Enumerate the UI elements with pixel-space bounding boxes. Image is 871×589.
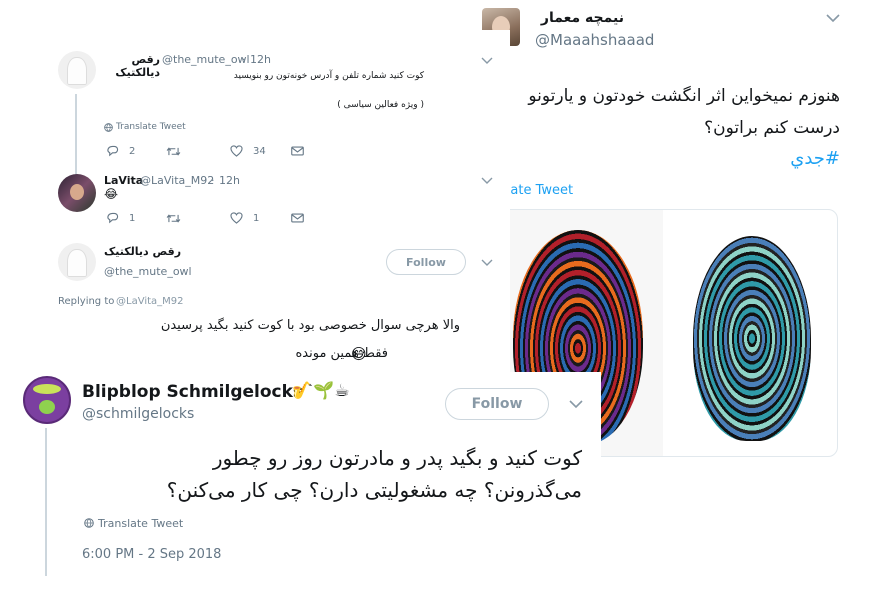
avatar[interactable] <box>58 174 96 212</box>
retweet-button[interactable] <box>166 146 181 157</box>
fingerprint-teal <box>693 236 811 441</box>
timestamp[interactable]: 12h <box>250 53 271 66</box>
tweet-timestamp[interactable]: 6:00 PM - 2 Sep 2018 <box>82 547 221 562</box>
handle[interactable]: @schmilgelocks <box>82 406 194 422</box>
handle[interactable]: @Maaahshaaad <box>535 31 654 49</box>
tweet-text-line: کوت کنید و بگید پدر و مادرتون روز رو چطو… <box>212 446 582 470</box>
message-icon[interactable] <box>291 213 304 223</box>
thread-line <box>45 428 47 576</box>
chevron-down-icon[interactable] <box>481 259 493 267</box>
like-count: 34 <box>253 145 266 157</box>
display-name[interactable]: نیمچه معمار <box>524 10 624 26</box>
chevron-down-icon[interactable] <box>481 177 493 185</box>
handle[interactable]: @the_mute_owl <box>104 265 192 278</box>
follow-button[interactable]: Follow <box>445 388 549 420</box>
handle[interactable]: @the_mute_owl <box>162 53 250 66</box>
display-name[interactable]: رقص دیالکتیک <box>104 245 184 258</box>
handle[interactable]: @LaVita_M92 <box>140 174 214 187</box>
tweet-text-line: ( ویژه فعالین سیاسی ) <box>337 100 424 110</box>
chevron-down-icon[interactable] <box>569 400 583 409</box>
main-tweet-card: Blipblop Schmilgelocks 🎷🌱☕ @schmilgelock… <box>0 372 601 589</box>
retweet-button[interactable] <box>166 213 181 224</box>
separator-dot: · <box>211 174 215 187</box>
reply-button[interactable]: 1 <box>106 212 135 224</box>
separator-dot: · <box>242 53 246 66</box>
follow-button[interactable]: Follow <box>386 249 466 275</box>
reply-count: 1 <box>129 212 136 224</box>
avatar[interactable] <box>23 376 71 424</box>
globe-icon <box>104 123 113 132</box>
translate-tweet-link[interactable]: Translate Tweet <box>98 517 183 530</box>
timestamp[interactable]: 12h <box>219 174 240 187</box>
display-name[interactable]: Blipblop Schmilgelocks <box>82 382 303 402</box>
like-count: 1 <box>253 212 260 224</box>
tweet-text-line: می‌گذرونن؟ چه مشغولیتی دارن؟ چی کار می‌ک… <box>166 478 582 502</box>
globe-icon <box>84 518 94 528</box>
translate-tweet-link[interactable]: Translate Tweet <box>116 122 186 132</box>
tweet-text-line: کوت کنید شماره تلفن و آدرس خونه‌تون رو ب… <box>233 71 424 81</box>
like-button[interactable]: 1 <box>230 212 259 224</box>
tweet-text-line: هنوزم نمیخواین اثر انگشت خودتون و یارتون… <box>528 86 840 106</box>
chevron-down-icon[interactable] <box>481 57 493 65</box>
replying-to-handle[interactable]: @LaVita_M92 <box>116 296 184 307</box>
chevron-down-icon[interactable] <box>826 13 840 23</box>
message-icon[interactable] <box>291 146 304 156</box>
tweet-text-line: فقط همین مونده <box>295 346 388 361</box>
sweat-smile-emoji: 😅 <box>351 345 367 363</box>
like-button[interactable]: 34 <box>230 145 266 157</box>
tweet-text-line: درست کنم براتون؟ <box>704 118 840 138</box>
display-name[interactable]: LaVita <box>104 174 143 187</box>
reply-count: 2 <box>129 145 136 157</box>
avatar[interactable] <box>58 51 96 89</box>
reply-button[interactable]: 2 <box>106 145 135 157</box>
tweet-text-line: والا هرچی سوال خصوصی بود با کوت کنید بگی… <box>160 318 460 333</box>
translate-tweet-link[interactable]: slate Tweet <box>500 183 573 198</box>
hashtag-link[interactable]: #جدي <box>782 148 840 169</box>
avatar[interactable] <box>58 243 96 281</box>
replying-to-label: Replying to <box>58 296 115 307</box>
name-emoji: 🎷🌱☕ <box>292 381 350 401</box>
emoji-text: 😂 <box>104 187 119 201</box>
reply-thread-card: رقص دیالکتیک @the_mute_owl · 12h کوت کنی… <box>0 30 510 375</box>
